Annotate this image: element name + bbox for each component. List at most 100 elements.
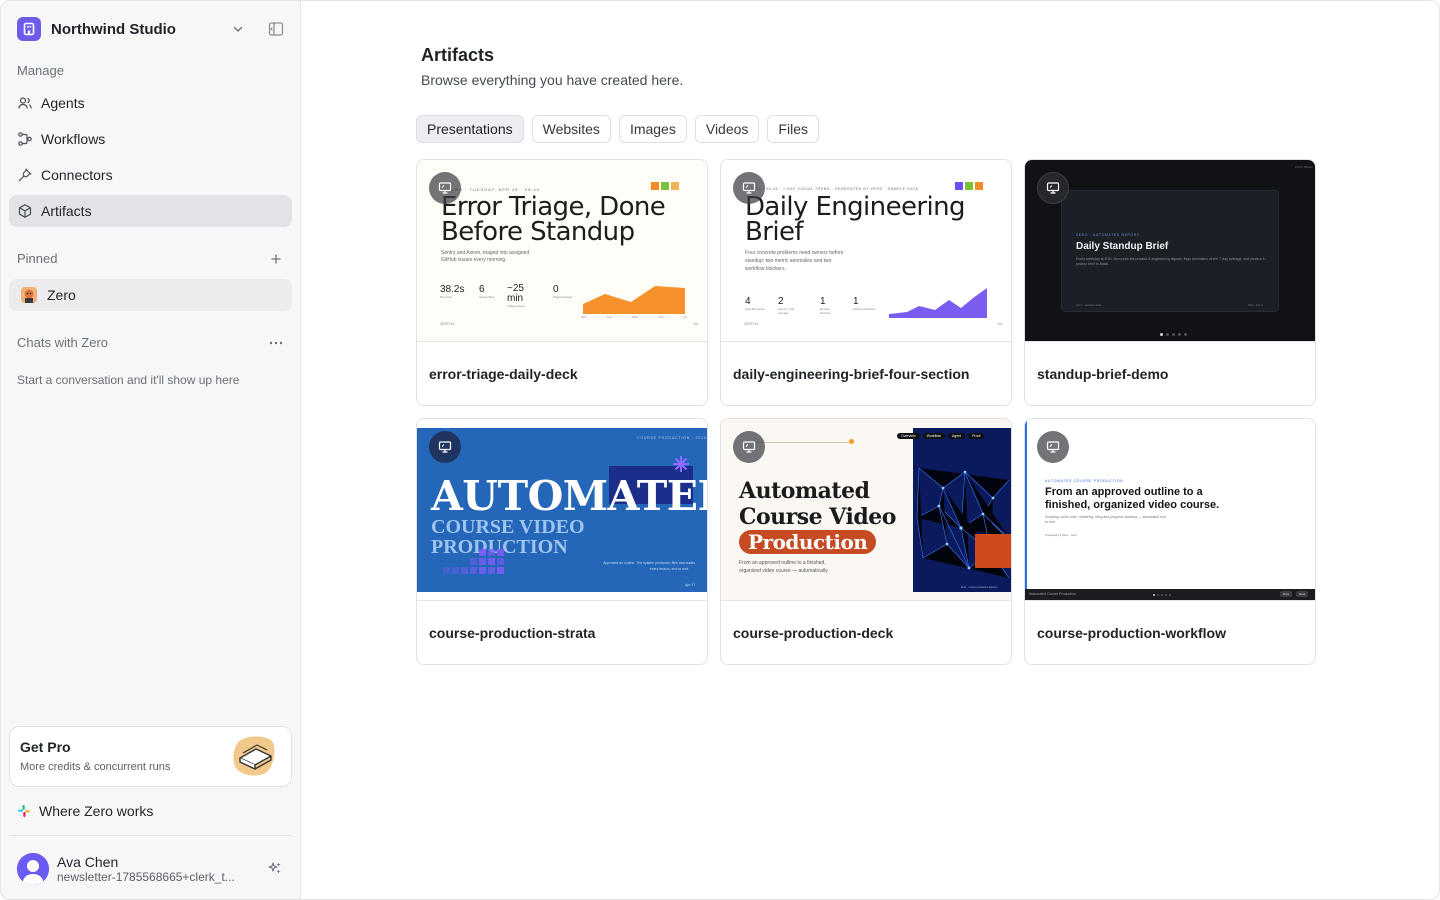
artifact-name: standup-brief-demo [1037,366,1169,382]
slide-dots [1153,594,1171,596]
slide-body-line2: organized video course — automatically. [739,568,829,574]
slide-title-line2: Before Standup [441,217,635,247]
stat: 38.2s Run time [440,284,465,299]
slide-nav-item: Agent [947,433,966,439]
artifact-name: course-production-workflow [1037,625,1226,641]
slide-caption: Zero · course production pipeline [961,586,998,589]
slide-date: Mon, Jun 2 [1248,303,1263,307]
tab-presentations[interactable]: Presentations [416,115,524,143]
slide-title: Automated [739,478,870,504]
workflow-icon [17,131,33,147]
slide-body: Scripting, voice-over, rendering, filing… [1045,515,1166,519]
slide-body: Approved an outline. The system produces… [603,561,695,565]
slide-title: From an approved outline to a [1045,486,1203,498]
tab-images[interactable]: Images [618,115,687,143]
color-swatches [651,182,679,190]
stat: 1 Delivery blocked [853,296,876,311]
zero-avatar-icon [21,287,37,303]
user-menu[interactable]: Ava Chen newsletter-1785568665+clerk_t..… [17,851,287,887]
artifact-thumbnail: Automated Course Video Production From a… [721,419,1011,601]
slide-footer-bar: Automated Course Production Prev Next [1025,589,1315,600]
slide-prev-button: Prev [1280,591,1293,597]
sidebar-divider [9,835,292,836]
sidebar-collapse-icon[interactable] [267,20,285,38]
manage-section-label: Manage [17,63,64,78]
main-content: Artifacts Browse everything you have cre… [301,1,1439,899]
tab-videos[interactable]: Videos [694,115,760,143]
workspace-name: Northwind Studio [51,20,176,38]
plug-icon [17,167,33,183]
timeline-dot [849,439,854,444]
artifact-card[interactable]: AUTOMATED COURSE PRODUCTION From an appr… [1024,418,1316,665]
timeline-line [751,442,851,443]
slide-date: Apr 17 [685,583,696,587]
artifact-name: daily-engineering-brief-four-section [733,366,970,382]
slide-body-line2: to end. [1045,520,1056,524]
sidebar-item-label: Agents [41,95,85,111]
pinned-item-label: Zero [47,287,76,303]
slide-next-button: Next [1296,591,1309,597]
slide-nav: Overview Workflow Agent Proof [897,433,985,439]
sidebar-item-workflows[interactable]: Workflows [9,123,292,155]
slide-page: 1/4 [693,322,698,326]
stat: 6 Issues filed [479,284,495,299]
workspace-switcher[interactable]: Northwind Studio [17,17,287,41]
area-chart [583,286,685,314]
tab-websites[interactable]: Websites [531,115,611,143]
slide-kicker: 2026 · 04-28 · 7-DAY VISUAL TREND · GENE… [751,187,919,191]
pinned-item-zero[interactable]: Zero [9,279,292,311]
presentation-icon [733,172,765,204]
slide-body: Four concrete problems need owners befor… [745,250,844,256]
where-zero-works-link[interactable]: Where Zero works [17,801,153,821]
slide-body-line2: standup: two metric anomalies and two [745,258,832,264]
pixel-grid-decoration [443,549,504,574]
chart-x-labels: Mon Tue Wed Thu Fri [581,315,687,319]
more-horizontal-icon[interactable] [267,335,285,351]
slide-body-line3: workflow blockers. [745,266,786,272]
artifact-name: course-production-deck [733,625,894,641]
stat: 1 Review blocked [820,296,831,315]
artifact-thumbnail: AUTOMATED COURSE PRODUCTION From an appr… [1025,419,1315,601]
sidebar-item-agents[interactable]: Agents [9,87,292,119]
artifact-card[interactable]: DAWN · TUESDAY, APR 28 · 08:40 Error Tri… [416,159,708,406]
presentation-icon [429,172,461,204]
artifact-card[interactable]: Automated Course Video Production From a… [720,418,1012,665]
tab-files[interactable]: Files [767,115,819,143]
sidebar-item-connectors[interactable]: Connectors [9,159,292,191]
network-visual [913,428,1011,592]
presentation-icon [429,431,461,463]
asterisk-icon [673,456,689,472]
slide-nav-item: Overview [897,433,920,439]
slide-title: AUTOMATED [431,472,707,520]
sidebar-item-label: Artifacts [41,203,92,219]
slide-body: From an approved outline to a finished, [739,560,826,566]
chats-empty-state: Start a conversation and it'll show up h… [17,373,240,387]
artifact-thumbnail: ZERO BRIEF ZERO · AUTOMATED REPORT Daily… [1025,160,1315,342]
plus-icon[interactable] [268,251,284,267]
sidebar-item-label: Workflows [41,131,106,147]
artifact-card[interactable]: ZERO BRIEF ZERO · AUTOMATED REPORT Daily… [1024,159,1316,406]
where-zero-works-label: Where Zero works [39,803,154,819]
stat: 4 Specific issues [745,296,765,311]
user-avatar [17,853,49,885]
page-subtitle: Browse everything you have created here. [421,72,684,88]
chevron-down-icon[interactable] [230,21,246,37]
slide-dots [1160,333,1187,336]
get-pro-card[interactable]: Get Pro More credits & concurrent runs [9,726,292,787]
sidebar-item-label: Connectors [41,167,113,183]
artifact-card[interactable]: 2026 · 04-28 · 7-DAY VISUAL TREND · GENE… [720,159,1012,406]
cube-icon [17,203,33,219]
area-chart [889,288,987,318]
slide-pill: Production [739,530,877,554]
slide-footer: ZERO AI [440,322,454,326]
slide-panel: ZERO · AUTOMATED REPORT Daily Standup Br… [1061,190,1279,312]
slide-body-line2: every lesson, end to end. [649,567,689,571]
artifact-card[interactable]: COURSE PRODUCTION · 2026 AUTOMATED COURS… [416,418,708,665]
presentation-icon [733,431,765,463]
slide-nav-item: Workflow [922,433,945,439]
slide-accent-bar [1025,419,1027,589]
sidebar-item-artifacts[interactable]: Artifacts [9,195,292,227]
sparkle-settings-icon[interactable] [267,860,283,876]
app-window: Northwind Studio Manage Agents Workflows [0,0,1440,900]
slide-kicker: ZERO · AUTOMATED REPORT [1076,233,1140,237]
